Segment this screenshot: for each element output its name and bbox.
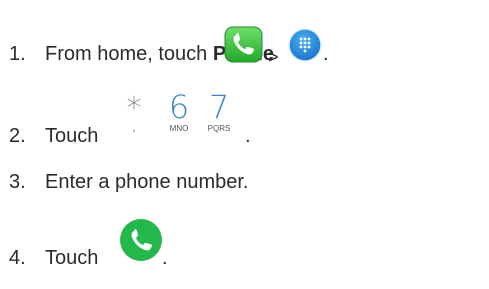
six-key: 6 MNO [161, 90, 197, 133]
step-1: 1. From home, touch Phone > [0, 26, 489, 86]
step-period: . [162, 247, 168, 269]
separator-arrow: > [268, 47, 279, 67]
call-button-icon [120, 219, 162, 261]
step-period: . [245, 125, 251, 147]
step-2: 2. Touch * , 6 MNO 7 PQRS . [0, 90, 489, 150]
step-text: Enter a phone number. [45, 171, 249, 193]
step-4: 4. Touch . [0, 218, 489, 278]
seven-key: 7 PQRS [201, 90, 237, 133]
step-number: 3. [9, 171, 26, 193]
step-number: 1. [9, 43, 26, 65]
key-sequence: * , 6 MNO 7 PQRS [123, 90, 248, 146]
six-key-main: 6 [168, 88, 190, 126]
star-key-main: * [126, 91, 142, 126]
step-text: Touch [45, 125, 99, 147]
step-number: 2. [9, 125, 26, 147]
phone-app-icon [224, 26, 263, 63]
star-key: * , [123, 90, 145, 134]
instructions-page: 1. From home, touch Phone > [0, 0, 489, 289]
step-period: . [323, 43, 329, 65]
step-text-plain: From home, touch [45, 43, 213, 65]
dialpad-icon [288, 28, 322, 62]
six-key-sub: MNO [169, 124, 189, 133]
step-number: 4. [9, 247, 26, 269]
seven-key-sub: PQRS [207, 124, 231, 133]
seven-key-main: 7 [208, 88, 230, 126]
step-text: Touch [45, 247, 99, 269]
